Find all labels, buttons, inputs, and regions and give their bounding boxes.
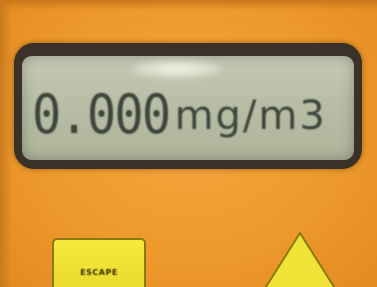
escape-button-label: ESCAPE	[80, 268, 118, 277]
measurement-value: 0.000	[32, 83, 171, 146]
device-housing: 0.000 mg/m3 ESCAPE	[0, 0, 377, 287]
housing-shadow-top	[0, 0, 377, 10]
lcd-display: 0.000 mg/m3	[22, 56, 354, 160]
triangle-up-icon	[264, 232, 336, 287]
housing-shadow-left	[0, 0, 12, 287]
escape-button[interactable]: ESCAPE	[52, 238, 146, 287]
screen-glare	[132, 60, 222, 78]
lcd-readout: 0.000 mg/m3	[32, 80, 344, 142]
up-arrow-button[interactable]	[260, 230, 340, 287]
measurement-unit: mg/m3	[174, 93, 327, 139]
